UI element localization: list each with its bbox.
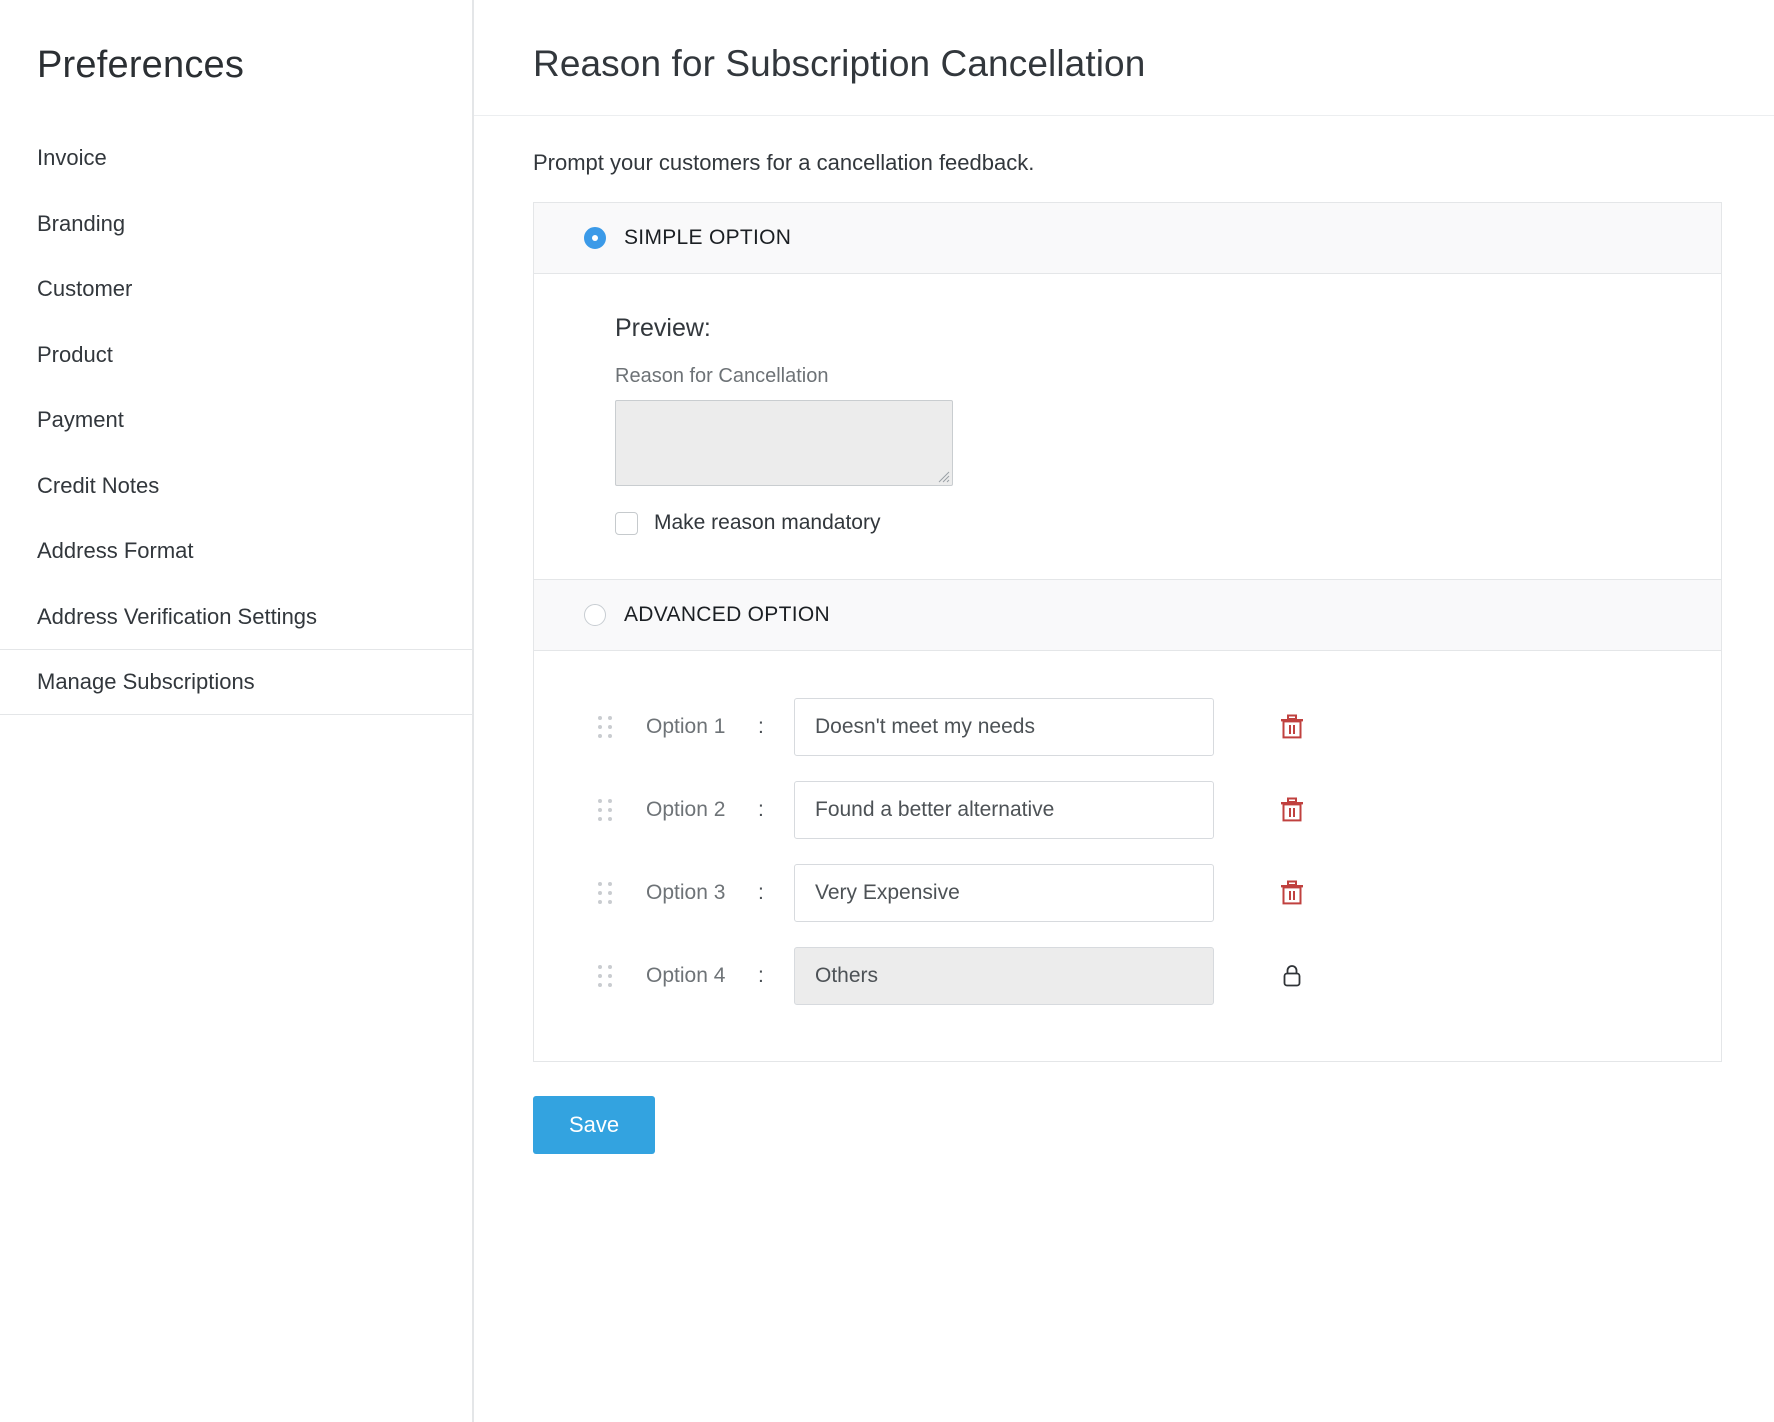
sidebar-item-manage-subscriptions[interactable]: Manage Subscriptions xyxy=(0,649,472,715)
preferences-page: Preferences Invoice Branding Customer Pr… xyxy=(0,0,1774,1422)
option-1-delete-button[interactable] xyxy=(1276,711,1308,743)
drag-handle-icon[interactable] xyxy=(598,882,620,904)
simple-option-header[interactable]: SIMPLE OPTION xyxy=(534,203,1721,274)
sidebar-item-customer[interactable]: Customer xyxy=(0,256,472,322)
reason-field-label: Reason for Cancellation xyxy=(615,365,1721,388)
table-row: Option 3 : xyxy=(534,851,1721,934)
option-3-delete-button[interactable] xyxy=(1276,877,1308,909)
option-4-colon: : xyxy=(758,964,794,988)
save-button[interactable]: Save xyxy=(533,1096,655,1154)
simple-option-label: SIMPLE OPTION xyxy=(624,226,791,250)
resize-grip-icon[interactable] xyxy=(938,471,950,483)
sidebar-item-payment[interactable]: Payment xyxy=(0,387,472,453)
form-actions: Save xyxy=(533,1062,1774,1154)
preview-heading: Preview: xyxy=(615,314,1721,343)
table-row: Option 1 : xyxy=(534,685,1721,768)
option-4-label: Option 4 xyxy=(646,964,758,988)
sidebar: Preferences Invoice Branding Customer Pr… xyxy=(0,0,474,1422)
option-2-delete-button[interactable] xyxy=(1276,794,1308,826)
make-reason-mandatory-label: Make reason mandatory xyxy=(654,511,880,535)
option-3-input[interactable] xyxy=(794,864,1214,922)
advanced-option-header[interactable]: ADVANCED OPTION xyxy=(534,579,1721,651)
main-body: Prompt your customers for a cancellation… xyxy=(474,150,1774,1154)
drag-handle-icon[interactable] xyxy=(598,799,620,821)
reason-textarea-wrapper[interactable] xyxy=(615,400,953,486)
sidebar-item-branding[interactable]: Branding xyxy=(0,191,472,257)
trash-icon xyxy=(1279,796,1305,824)
page-title: Reason for Subscription Cancellation xyxy=(533,43,1774,85)
sidebar-item-address-format[interactable]: Address Format xyxy=(0,518,472,584)
page-subtitle: Prompt your customers for a cancellation… xyxy=(533,150,1774,176)
sidebar-item-product[interactable]: Product xyxy=(0,322,472,388)
option-2-colon: : xyxy=(758,798,794,822)
option-2-input[interactable] xyxy=(794,781,1214,839)
reason-textarea[interactable] xyxy=(616,401,952,485)
option-4-input xyxy=(794,947,1214,1005)
make-reason-mandatory-row[interactable]: Make reason mandatory xyxy=(615,511,1721,535)
radio-selected-icon[interactable] xyxy=(584,227,606,249)
simple-option-body: Preview: Reason for Cancellation Make re… xyxy=(534,274,1721,579)
advanced-option-label: ADVANCED OPTION xyxy=(624,603,830,627)
trash-icon xyxy=(1279,879,1305,907)
sidebar-item-address-verification-settings[interactable]: Address Verification Settings xyxy=(0,584,472,650)
sidebar-nav: Invoice Branding Customer Product Paymen… xyxy=(0,125,472,715)
lock-icon xyxy=(1280,962,1304,990)
drag-handle-icon[interactable] xyxy=(598,965,620,987)
table-row: Option 2 : xyxy=(534,768,1721,851)
option-3-label: Option 3 xyxy=(646,881,758,905)
advanced-option-body: Option 1 : xyxy=(534,651,1721,1061)
checkbox-unchecked-icon[interactable] xyxy=(615,512,638,535)
main-content: Reason for Subscription Cancellation Pro… xyxy=(474,0,1774,1422)
trash-icon xyxy=(1279,713,1305,741)
sidebar-item-invoice[interactable]: Invoice xyxy=(0,125,472,191)
option-2-label: Option 2 xyxy=(646,798,758,822)
table-row: Option 4 : xyxy=(534,934,1721,1017)
option-1-colon: : xyxy=(758,715,794,739)
option-4-locked-indicator xyxy=(1276,960,1308,992)
sidebar-item-credit-notes[interactable]: Credit Notes xyxy=(0,453,472,519)
main-header: Reason for Subscription Cancellation xyxy=(474,0,1774,116)
cancellation-options-panel: SIMPLE OPTION Preview: Reason for Cancel… xyxy=(533,202,1722,1062)
radio-unselected-icon[interactable] xyxy=(584,604,606,626)
drag-handle-icon[interactable] xyxy=(598,716,620,738)
sidebar-title: Preferences xyxy=(0,44,472,87)
option-1-label: Option 1 xyxy=(646,715,758,739)
option-3-colon: : xyxy=(758,881,794,905)
option-1-input[interactable] xyxy=(794,698,1214,756)
